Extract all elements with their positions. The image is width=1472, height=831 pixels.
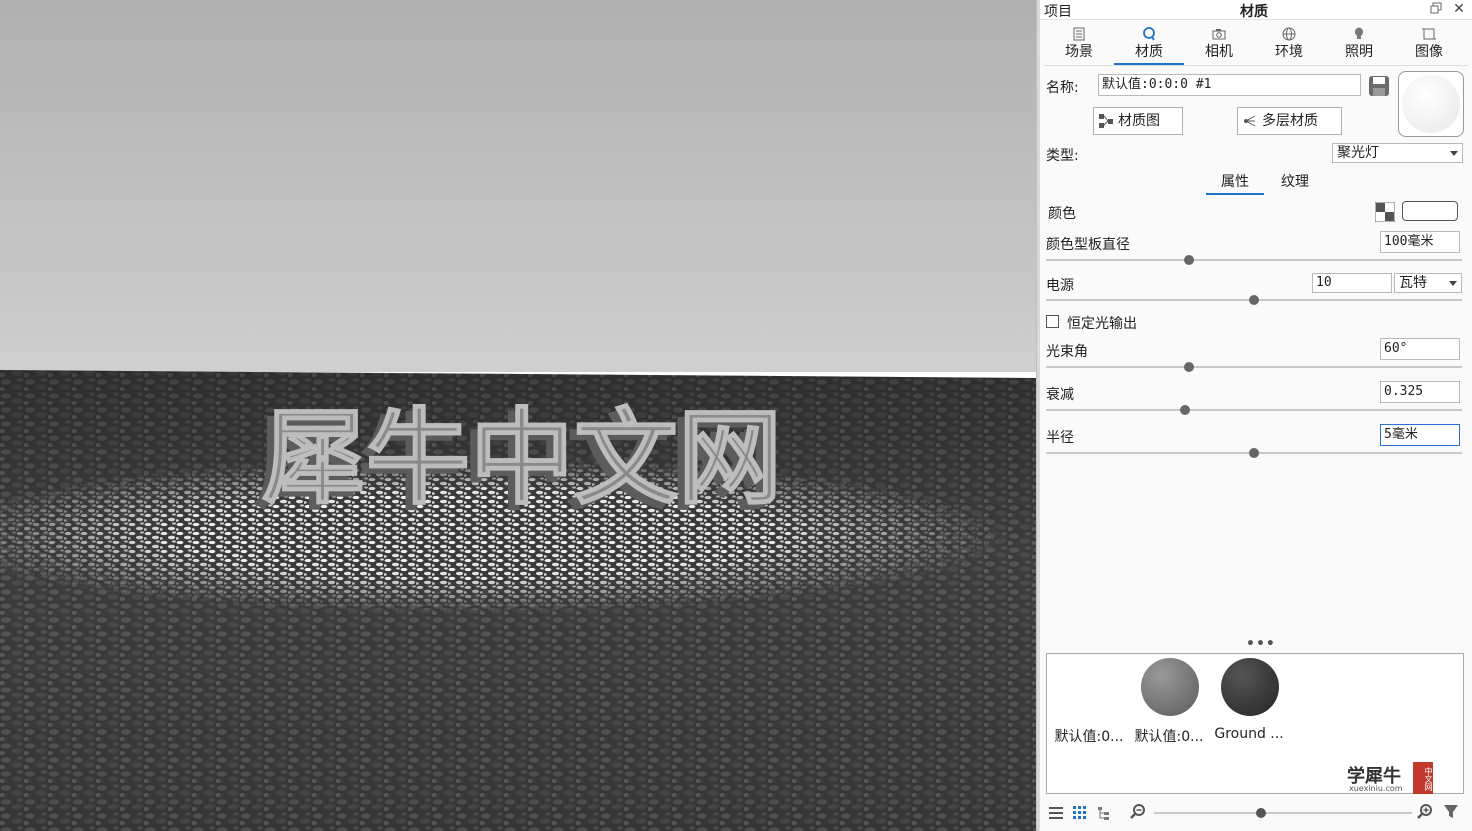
radius-label: 半径 [1046, 430, 1074, 446]
scene-text: 犀牛中文网 [262, 397, 782, 519]
material-name-field[interactable]: 默认值:0:0:0 #1 [1098, 74, 1361, 96]
falloff-field[interactable]: 0.325 [1380, 381, 1460, 403]
type-dropdown[interactable]: 聚光灯 [1332, 143, 1463, 163]
color-picker[interactable] [1402, 201, 1458, 221]
color-label: 颜色 [1048, 206, 1076, 222]
scene-render: 犀牛中文网 犀牛中文网 [0, 0, 1036, 831]
resize-grip-icon[interactable]: ••• [1246, 637, 1275, 651]
material-library: 默认值:0... 默认值:0... Ground ... 学犀牛 xuexini… [1046, 653, 1464, 794]
library-item[interactable]: 默认值:0... [1131, 658, 1207, 748]
library-item-caption: 默认值:0... [1134, 729, 1204, 745]
material-graph-label: 材质图 [1118, 113, 1160, 129]
tab-label: 材质 [1135, 44, 1163, 60]
close-icon[interactable]: ✕ [1451, 1, 1467, 17]
power-slider[interactable] [1046, 295, 1462, 305]
beam-angle-slider[interactable] [1046, 362, 1462, 372]
material-thumbnail [1061, 658, 1119, 716]
project-tab-title[interactable]: 项目 [1044, 1, 1072, 21]
material-preview [1398, 71, 1464, 137]
tab-camera[interactable]: 相机 [1184, 24, 1254, 65]
type-value: 聚光灯 [1337, 145, 1379, 161]
texture-checker-icon[interactable] [1375, 202, 1395, 222]
falloff-slider[interactable] [1046, 405, 1462, 415]
constant-output-checkbox[interactable] [1046, 315, 1059, 328]
tab-label: 环境 [1275, 44, 1303, 60]
slider-knob[interactable] [1249, 295, 1259, 305]
radius-slider[interactable] [1046, 448, 1462, 458]
library-item[interactable]: Ground ... [1211, 658, 1287, 748]
material-graph-button[interactable]: 材质图 [1093, 107, 1183, 135]
tab-label: 图像 [1415, 44, 1443, 60]
save-icon[interactable] [1368, 75, 1390, 97]
material-thumbnail [1141, 658, 1199, 716]
chevron-down-icon [1450, 151, 1458, 156]
library-item-caption: Ground ... [1214, 726, 1284, 742]
library-item[interactable]: 默认值:0... [1051, 658, 1127, 748]
template-diameter-field[interactable]: 100毫米 [1380, 231, 1460, 253]
slider-knob[interactable] [1184, 362, 1195, 372]
graph-icon [1099, 114, 1113, 128]
tab-image[interactable]: 图像 [1394, 24, 1464, 65]
restore-icon[interactable] [1429, 2, 1443, 16]
list-view-icon[interactable] [1048, 805, 1064, 821]
render-viewport[interactable]: 犀牛中文网 犀牛中文网 [0, 0, 1036, 831]
subtab-textures[interactable]: 纹理 [1266, 170, 1324, 195]
properties-panel: 项目 材质 ✕ 场景 材质 相机 环境 照明 图像 名称: 默认值:0:0:0 … [1040, 0, 1472, 831]
panel-titlebar: 项目 材质 ✕ [1040, 0, 1472, 20]
watermark-badge: 中文网 [1413, 762, 1433, 794]
material-thumbnail [1221, 658, 1279, 716]
template-diameter-label: 颜色型板直径 [1046, 237, 1130, 253]
material-sphere-icon [1143, 27, 1155, 41]
bulb-icon [1355, 27, 1363, 39]
slider-knob[interactable] [1179, 405, 1190, 415]
multilayer-label: 多层材质 [1262, 113, 1318, 129]
name-label: 名称: [1046, 80, 1079, 96]
power-unit-value: 瓦特 [1399, 275, 1427, 291]
constant-output-label: 恒定光输出 [1067, 316, 1137, 332]
falloff-label: 衰减 [1046, 387, 1074, 403]
beam-angle-field[interactable]: 60° [1380, 338, 1460, 360]
tab-scene[interactable]: 场景 [1044, 24, 1114, 65]
library-item-caption: 默认值:0... [1054, 729, 1124, 745]
zoom-out-icon[interactable] [1130, 803, 1146, 819]
slider-knob[interactable] [1184, 255, 1195, 265]
radius-field[interactable]: 5毫米 [1380, 424, 1460, 446]
panel-title: 材质 [1240, 4, 1268, 20]
tab-label: 相机 [1205, 44, 1233, 60]
multilayer-material-button[interactable]: 多层材质 [1237, 107, 1342, 135]
slider-knob[interactable] [1249, 448, 1259, 458]
power-unit-dropdown[interactable]: 瓦特 [1394, 273, 1462, 293]
tab-lighting[interactable]: 照明 [1324, 24, 1394, 65]
type-label: 类型: [1046, 148, 1079, 164]
camera-icon [1212, 29, 1226, 40]
watermark-url: xuexiniu.com [1349, 784, 1403, 793]
preview-sphere [1402, 75, 1460, 133]
power-field[interactable]: 10 [1312, 273, 1392, 293]
document-icon [1073, 27, 1085, 41]
tab-material[interactable]: 材质 [1114, 24, 1184, 65]
subtab-properties[interactable]: 属性 [1206, 170, 1264, 195]
grid-view-icon[interactable] [1072, 805, 1088, 821]
thumbnail-size-slider[interactable] [1154, 808, 1412, 818]
tab-environment[interactable]: 环境 [1254, 24, 1324, 65]
frame-icon [1422, 28, 1436, 40]
slider-knob[interactable] [1255, 808, 1266, 818]
layers-icon [1244, 115, 1256, 127]
tree-view-icon[interactable] [1096, 805, 1112, 821]
chevron-down-icon [1449, 281, 1457, 286]
panel-tabs: 场景 材质 相机 环境 照明 图像 [1044, 24, 1468, 66]
property-subtabs: 属性 纹理 [1206, 170, 1324, 196]
watermark-logo: 学犀牛 xuexiniu.com 中文网 [1347, 762, 1437, 794]
tab-label: 场景 [1065, 44, 1093, 60]
zoom-in-icon[interactable] [1417, 803, 1433, 819]
filter-icon[interactable] [1443, 804, 1459, 820]
globe-icon [1282, 27, 1296, 41]
power-label: 电源 [1046, 278, 1074, 294]
tab-label: 照明 [1345, 44, 1373, 60]
beam-angle-label: 光束角 [1046, 344, 1088, 360]
template-diameter-slider[interactable] [1046, 255, 1462, 265]
